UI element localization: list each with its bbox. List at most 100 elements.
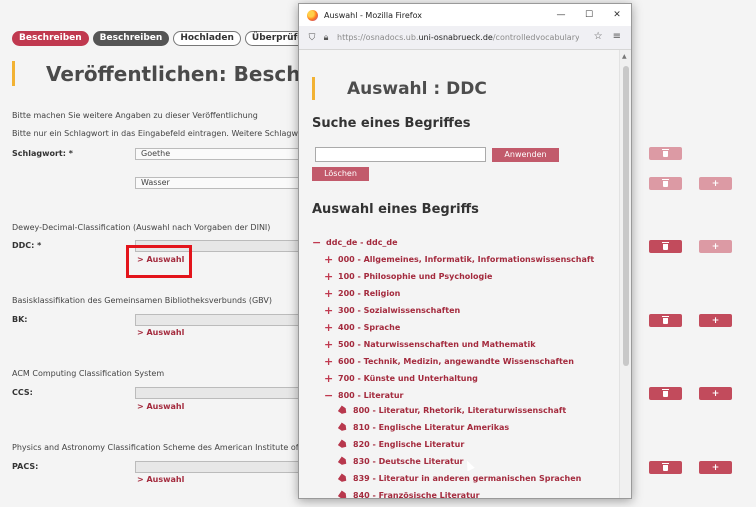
close-icon[interactable]: ✕ — [603, 4, 631, 26]
add-button-ccs[interactable]: + — [699, 387, 732, 400]
firefox-icon — [307, 9, 318, 21]
tree-item-300[interactable]: +300 - Sozialwissenschaften — [324, 304, 460, 317]
vertical-scrollbar[interactable]: ▲ — [619, 50, 631, 498]
tree-item-100[interactable]: +100 - Philosophie und Psychologie — [324, 270, 492, 283]
lock-icon[interactable]: 🔒︎ — [319, 31, 333, 45]
minus-icon[interactable]: − — [312, 236, 326, 249]
pacs-section-title: Physics and Astronomy Classification Sch… — [12, 443, 299, 452]
shield-icon[interactable]: ⛉ — [305, 31, 319, 45]
plus-icon[interactable]: + — [324, 253, 338, 266]
category-label: 400 - Sprache — [338, 323, 401, 332]
tab-beschreiben-1[interactable]: Beschreiben — [12, 31, 89, 46]
plus-icon[interactable]: + — [324, 270, 338, 283]
popup-window: Auswahl - Mozilla Firefox — ☐ ✕ ⛉ 🔒︎ htt… — [298, 3, 632, 499]
tree-leaf-800[interactable]: 800 - Literatur, Rhetorik, Literaturwiss… — [339, 406, 566, 415]
tree-item-700[interactable]: +700 - Künste und Unterhaltung — [324, 372, 478, 385]
address-bar[interactable]: ⛉ 🔒︎ https://osnadocs.ub.uni-osnabrueck.… — [299, 26, 631, 50]
plus-icon: + — [711, 462, 720, 473]
category-label: 000 - Allgemeines, Informatik, Informati… — [338, 255, 595, 264]
ccs-auswahl-link[interactable]: > Auswahl — [137, 402, 184, 411]
acm-section-title: ACM Computing Classification System — [12, 369, 165, 378]
add-button-schlagwort[interactable]: + — [699, 177, 732, 190]
tag-icon — [338, 405, 349, 415]
add-button-bk[interactable]: + — [699, 314, 732, 327]
delete-button-bk[interactable] — [649, 314, 682, 327]
tree-root-label: ddc_de - ddc_de — [326, 238, 398, 247]
tab-beschreiben-2[interactable]: Beschreiben — [92, 31, 170, 46]
tree-leaf-820[interactable]: 820 - Englische Literatur — [339, 440, 464, 449]
tree-item-600[interactable]: +600 - Technik, Medizin, angewandte Wiss… — [324, 355, 574, 368]
plus-icon[interactable]: + — [324, 372, 338, 385]
bk-input — [135, 314, 305, 326]
tree-item-800[interactable]: −800 - Literatur — [324, 389, 404, 402]
scroll-thumb[interactable] — [623, 66, 629, 366]
minus-icon[interactable]: − — [324, 389, 338, 402]
url-prefix: https://osnadocs.ub. — [337, 33, 419, 42]
plus-icon[interactable]: + — [324, 338, 338, 351]
tree-item-200[interactable]: +200 - Religion — [324, 287, 400, 300]
window-titlebar[interactable]: Auswahl - Mozilla Firefox — ☐ ✕ — [299, 4, 631, 26]
search-input[interactable] — [315, 147, 486, 162]
menu-icon[interactable]: ≡ — [613, 31, 621, 42]
tag-icon — [338, 422, 349, 432]
schlagwort-input-2[interactable]: Wasser — [135, 177, 305, 189]
add-button-pacs[interactable]: + — [699, 461, 732, 474]
tab-hochladen[interactable]: Hochladen — [173, 31, 241, 46]
add-button-ddc[interactable]: + — [699, 240, 732, 253]
schlagwort-label: Schlagwort: * — [12, 149, 73, 158]
tree-leaf-830[interactable]: 830 - Deutsche Literatur — [339, 457, 463, 466]
title-accent-bar — [12, 61, 15, 86]
tree-root[interactable]: − ddc_de - ddc_de — [312, 236, 398, 249]
trash-icon — [662, 178, 669, 187]
apply-button[interactable]: Anwenden — [492, 148, 559, 162]
popup-title-accent — [312, 77, 315, 100]
category-label: 700 - Künste und Unterhaltung — [338, 374, 478, 383]
bk-section-title: Basisklassifikation des Gemeinsamen Bibl… — [12, 296, 272, 305]
delete-button-ddc[interactable] — [649, 240, 682, 253]
category-label: 200 - Religion — [338, 289, 401, 298]
delete-button-ccs[interactable] — [649, 387, 682, 400]
plus-icon: + — [711, 241, 720, 252]
category-label: 100 - Philosophie und Psychologie — [338, 272, 493, 281]
schlagwort-input-1[interactable]: Goethe — [135, 148, 305, 160]
tree-leaf-810[interactable]: 810 - Englische Literatur Amerikas — [339, 423, 509, 432]
subcategory-label: 810 - Englische Literatur Amerikas — [353, 423, 510, 432]
intro-text-1: Bitte machen Sie weitere Angaben zu dies… — [12, 111, 258, 120]
ccs-label: CCS: — [12, 388, 33, 397]
bk-label: BK: — [12, 315, 28, 324]
subcategory-label: 820 - Englische Literatur — [353, 440, 465, 449]
scroll-up-icon[interactable]: ▲ — [622, 53, 627, 60]
plus-icon[interactable]: + — [324, 355, 338, 368]
tree-item-400[interactable]: +400 - Sprache — [324, 321, 400, 334]
category-label: 800 - Literatur — [338, 391, 404, 400]
plus-icon: + — [711, 178, 720, 189]
subcategory-label: 840 - Französische Literatur — [353, 491, 480, 499]
delete-button-schlagwort-1[interactable] — [649, 147, 682, 160]
minimize-icon[interactable]: — — [547, 4, 575, 26]
tree-item-000[interactable]: +000 - Allgemeines, Informatik, Informat… — [324, 253, 594, 266]
page-title: Veröffentlichen: Beschrei — [46, 62, 331, 86]
bookmark-icon[interactable]: ☆ — [594, 31, 603, 42]
url-text[interactable]: https://osnadocs.ub.uni-osnabrueck.de/co… — [337, 33, 579, 42]
tree-leaf-839[interactable]: 839 - Literatur in anderen germanischen … — [339, 474, 581, 483]
delete-button-schlagwort-2[interactable] — [649, 177, 682, 190]
tree-leaf-840[interactable]: 840 - Französische Literatur — [339, 491, 480, 499]
plus-icon[interactable]: + — [324, 287, 338, 300]
pacs-auswahl-link[interactable]: > Auswahl — [137, 475, 184, 484]
trash-icon — [662, 462, 669, 471]
plus-icon[interactable]: + — [324, 321, 338, 334]
maximize-icon[interactable]: ☐ — [575, 4, 603, 26]
ccs-input — [135, 387, 305, 399]
window-controls: — ☐ ✕ — [547, 4, 631, 26]
plus-icon[interactable]: + — [324, 304, 338, 317]
subcategory-label: 830 - Deutsche Literatur — [353, 457, 464, 466]
tag-icon — [338, 439, 349, 449]
tree-item-500[interactable]: +500 - Naturwissenschaften und Mathemati… — [324, 338, 536, 351]
bk-auswahl-link[interactable]: > Auswahl — [137, 328, 184, 337]
mouse-cursor-icon — [463, 458, 475, 472]
clear-button[interactable]: Löschen — [312, 167, 369, 181]
subcategory-label: 800 - Literatur, Rhetorik, Literaturwiss… — [353, 406, 567, 415]
delete-button-pacs[interactable] — [649, 461, 682, 474]
popup-content: Auswahl : DDC Suche eines Begriffes Anwe… — [299, 50, 619, 499]
plus-icon: + — [711, 388, 720, 399]
